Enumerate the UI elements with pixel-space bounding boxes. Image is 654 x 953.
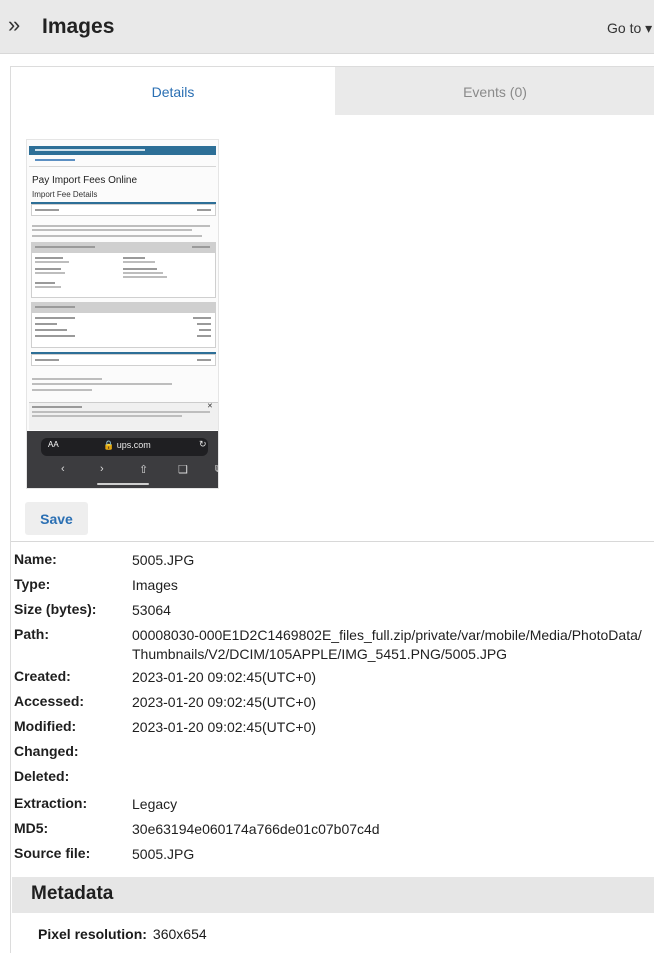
detail-row-source-file: Source file: 5005.JPG (14, 845, 195, 862)
share-icon: ⇧ (139, 464, 149, 476)
detail-row-path: Path: 00008030-000E1D2C1469802E_files_ful… (14, 626, 642, 662)
metadata-title: Metadata (31, 883, 114, 904)
pixel-resolution-value: 360x654 (152, 926, 207, 942)
detail-row-name: Name: 5005.JPG (14, 551, 195, 568)
expand-sidebar-icon[interactable]: » (8, 14, 20, 36)
detail-row-type: Type: Images (14, 576, 178, 593)
metadata-row-pixel-resolution: Pixel resolution: 360x654 (38, 926, 207, 942)
text-size-icon: AA (48, 440, 59, 449)
detail-row-size: Size (bytes): 53064 (14, 601, 171, 618)
preview-subheading: Import Fee Details (32, 190, 98, 199)
bookmarks-icon: ❑ (178, 464, 188, 476)
preview-heading: Pay Import Fees Online (32, 175, 138, 186)
tab-bar: Details Events (0) (11, 67, 654, 115)
lock-icon: 🔒 (103, 440, 115, 450)
detail-row-changed: Changed: (14, 743, 79, 759)
detail-row-accessed: Accessed: 2023-01-20 09:02:45(UTC+0) (14, 693, 317, 710)
detail-row-modified: Modified: 2023-01-20 09:02:45(UTC+0) (14, 718, 317, 735)
chevron-down-icon: ▾ (645, 20, 653, 36)
preview-url: 🔒 ups.com (103, 440, 151, 450)
save-button[interactable]: Save (25, 502, 88, 535)
back-icon: ‹ (61, 463, 65, 475)
tab-events[interactable]: Events (0) (335, 67, 654, 115)
detail-row-extraction: Extraction: Legacy (14, 795, 178, 812)
metadata-section-header: Metadata (12, 877, 654, 913)
refresh-icon: ↻ (199, 439, 207, 449)
tabs-icon: ⧉ (215, 463, 218, 476)
detail-row-md5: MD5: 30e63194e060174a766de01c07b07c4d (14, 820, 380, 837)
top-bar: » Images Go to ▾ (0, 0, 654, 54)
close-icon: ✕ (207, 403, 213, 410)
home-indicator (97, 483, 149, 485)
divider (11, 541, 654, 542)
detail-row-deleted: Deleted: (14, 768, 70, 784)
pixel-resolution-label: Pixel resolution: (38, 926, 147, 942)
goto-label: Go to (607, 20, 642, 36)
forward-icon: › (100, 463, 104, 475)
image-preview: Pay Import Fees Online Import Fee Detail… (26, 139, 219, 489)
detail-row-created: Created: 2023-01-20 09:02:45(UTC+0) (14, 668, 317, 685)
tab-details[interactable]: Details (11, 67, 335, 115)
page-title: Images (42, 15, 115, 38)
goto-menu[interactable]: Go to ▾ (607, 20, 652, 37)
